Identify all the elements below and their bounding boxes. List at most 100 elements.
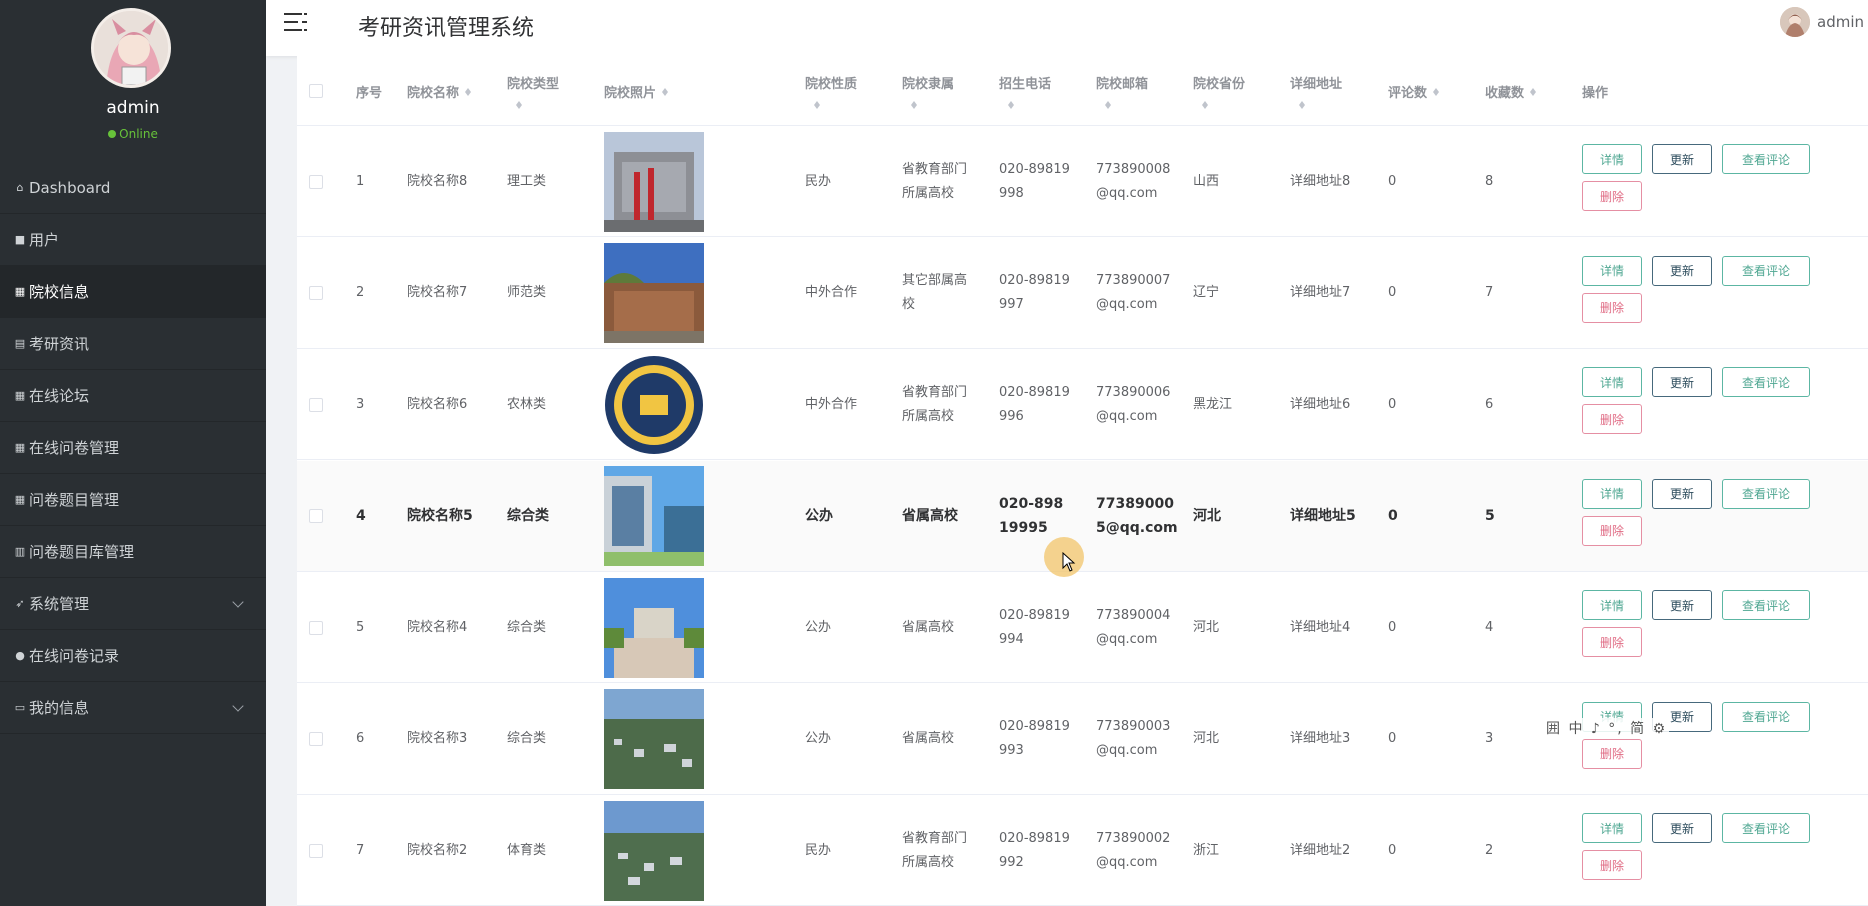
col-header-phone[interactable]: 招生电话 [999,56,1051,126]
row-checkbox[interactable] [309,795,323,906]
delete-button[interactable]: 删除 [1582,404,1642,434]
sort-icon[interactable] [515,98,523,110]
sidebar-item-label: 系统管理 [29,595,90,613]
sort-icon[interactable] [1201,98,1209,110]
school-photo[interactable] [604,131,704,232]
col-header-address[interactable]: 详细地址 [1290,56,1342,126]
col-header-affiliation[interactable]: 院校隶属 [902,56,954,126]
sidebar-item-6[interactable]: ▦ 问卷题目管理 [0,474,266,526]
col-header-photo[interactable]: 院校照片 [604,56,669,126]
delete-button[interactable]: 删除 [1582,850,1642,880]
school-photo[interactable] [604,800,704,901]
cell-photo [604,126,704,237]
cell-favorites: 4 [1485,619,1494,635]
sort-icon[interactable] [464,85,472,97]
cell-affiliation: 省教育部门所属高校 [902,384,968,424]
update-button[interactable]: 更新 [1652,367,1712,397]
sidebar-item-2[interactable]: ▦ 院校信息 [0,266,266,318]
view-comments-button[interactable]: 查看评论 [1722,701,1810,732]
table-row[interactable]: 6 院校名称3 综合类 公办 省属高校 020-89819993 773890003@qq.… [297,683,1868,795]
row-checkbox[interactable] [309,684,323,795]
update-button[interactable]: 更新 [1652,255,1712,286]
col-header-comments[interactable]: 评论数 [1388,56,1440,126]
view-comments-button[interactable]: 查看评论 [1722,144,1810,174]
cell-province: 山西 [1193,173,1220,189]
ime-toolbar[interactable]: 囲 中 ♪ °, 简 ⚙ [1544,718,1670,738]
detail-button[interactable]: 详情 [1582,255,1642,286]
sidebar-item-3[interactable]: ▤ 考研资讯 [0,318,266,370]
menu-toggle-icon[interactable] [284,11,308,33]
view-comments-button[interactable]: 查看评论 [1722,813,1810,843]
header-username[interactable]: admin [1817,13,1864,31]
detail-button[interactable]: 详情 [1582,144,1642,174]
sidebar-item-8[interactable]: ➶ 系统管理 [0,578,266,630]
cell-comments: 0 [1388,173,1397,189]
delete-button[interactable]: 删除 [1582,181,1642,211]
update-button[interactable]: 更新 [1652,478,1712,509]
sidebar-item-10[interactable]: ▭ 我的信息 [0,682,266,734]
sort-icon[interactable] [1104,98,1112,110]
select-all-checkbox[interactable] [309,56,323,126]
col-header-favorites[interactable]: 收藏数 [1485,56,1537,126]
delete-button[interactable]: 删除 [1582,292,1642,323]
delete-button[interactable]: 删除 [1582,515,1642,546]
detail-button[interactable]: 详情 [1582,813,1642,843]
sidebar-item-4[interactable]: ▦ 在线论坛 [0,370,266,422]
cell-type: 综合类 [507,508,549,524]
school-photo[interactable] [604,354,704,455]
sidebar-item-7[interactable]: ▥ 问卷题目库管理 [0,526,266,578]
sort-icon[interactable] [1529,85,1537,97]
sort-icon[interactable] [1432,85,1440,97]
school-photo[interactable] [604,243,704,343]
cell-comments: 0 [1388,396,1397,412]
update-button[interactable]: 更新 [1652,813,1712,843]
pin-icon: ● [15,649,25,662]
row-checkbox[interactable] [309,238,323,349]
row-checkbox[interactable] [309,461,323,572]
sidebar-item-9[interactable]: ● 在线问卷记录 [0,630,266,682]
sort-icon[interactable] [813,98,821,110]
sidebar-item-5[interactable]: ▦ 在线问卷管理 [0,422,266,474]
col-header-nature[interactable]: 院校性质 [805,56,857,126]
update-button[interactable]: 更新 [1652,144,1712,174]
school-photo[interactable] [604,689,704,789]
avatar[interactable] [91,8,171,88]
view-comments-button[interactable]: 查看评论 [1722,367,1810,397]
sort-icon[interactable] [910,98,918,110]
table-row[interactable]: 1 院校名称8 理工类 民办 省教育部门所属高校 020-89819998 77389000… [297,126,1868,237]
detail-button[interactable]: 详情 [1582,478,1642,509]
detail-button[interactable]: 详情 [1582,367,1642,397]
school-photo[interactable] [604,466,704,566]
cell-photo [604,349,704,460]
sort-icon[interactable] [1298,98,1306,110]
page-title: 考研资讯管理系统 [358,16,535,41]
col-header-type[interactable]: 院校类型 [507,56,559,126]
header-avatar[interactable] [1780,7,1810,37]
row-checkbox[interactable] [309,572,323,683]
col-header-name[interactable]: 院校名称 [407,56,472,126]
school-photo[interactable] [604,577,704,678]
cell-photo [604,461,704,572]
view-comments-button[interactable]: 查看评论 [1722,255,1810,286]
sidebar-item-0[interactable]: ⌂ Dashboard [0,162,266,214]
view-comments-button[interactable]: 查看评论 [1722,590,1810,620]
table-row[interactable]: 2 院校名称7 师范类 中外合作 其它部属高校 020-89819997 773890007… [297,237,1868,349]
detail-button[interactable]: 详情 [1582,590,1642,620]
cell-no: 7 [356,842,365,858]
delete-button[interactable]: 删除 [1582,627,1642,657]
col-header-province[interactable]: 院校省份 [1193,56,1245,126]
col-header-email[interactable]: 院校邮箱 [1096,56,1148,126]
cell-province: 浙江 [1193,842,1220,858]
row-checkbox[interactable] [309,126,323,237]
cell-favorites: 2 [1485,842,1494,858]
table-row[interactable]: 5 院校名称4 综合类 公办 省属高校 020-89819994 773890004@qq.… [297,572,1868,683]
sort-icon[interactable] [1007,98,1015,110]
update-button[interactable]: 更新 [1652,590,1712,620]
row-checkbox[interactable] [309,349,323,460]
delete-button[interactable]: 删除 [1582,738,1642,769]
table-row[interactable]: 3 院校名称6 农林类 中外合作 省教育部门所属高校 020-89819996 773890… [297,349,1868,460]
table-row[interactable]: 7 院校名称2 体育类 民办 省教育部门所属高校 020-89819992 77389000… [297,795,1868,906]
sidebar-item-1[interactable]: ■ 用户 [0,214,266,266]
sort-icon[interactable] [661,85,669,97]
view-comments-button[interactable]: 查看评论 [1722,478,1810,509]
